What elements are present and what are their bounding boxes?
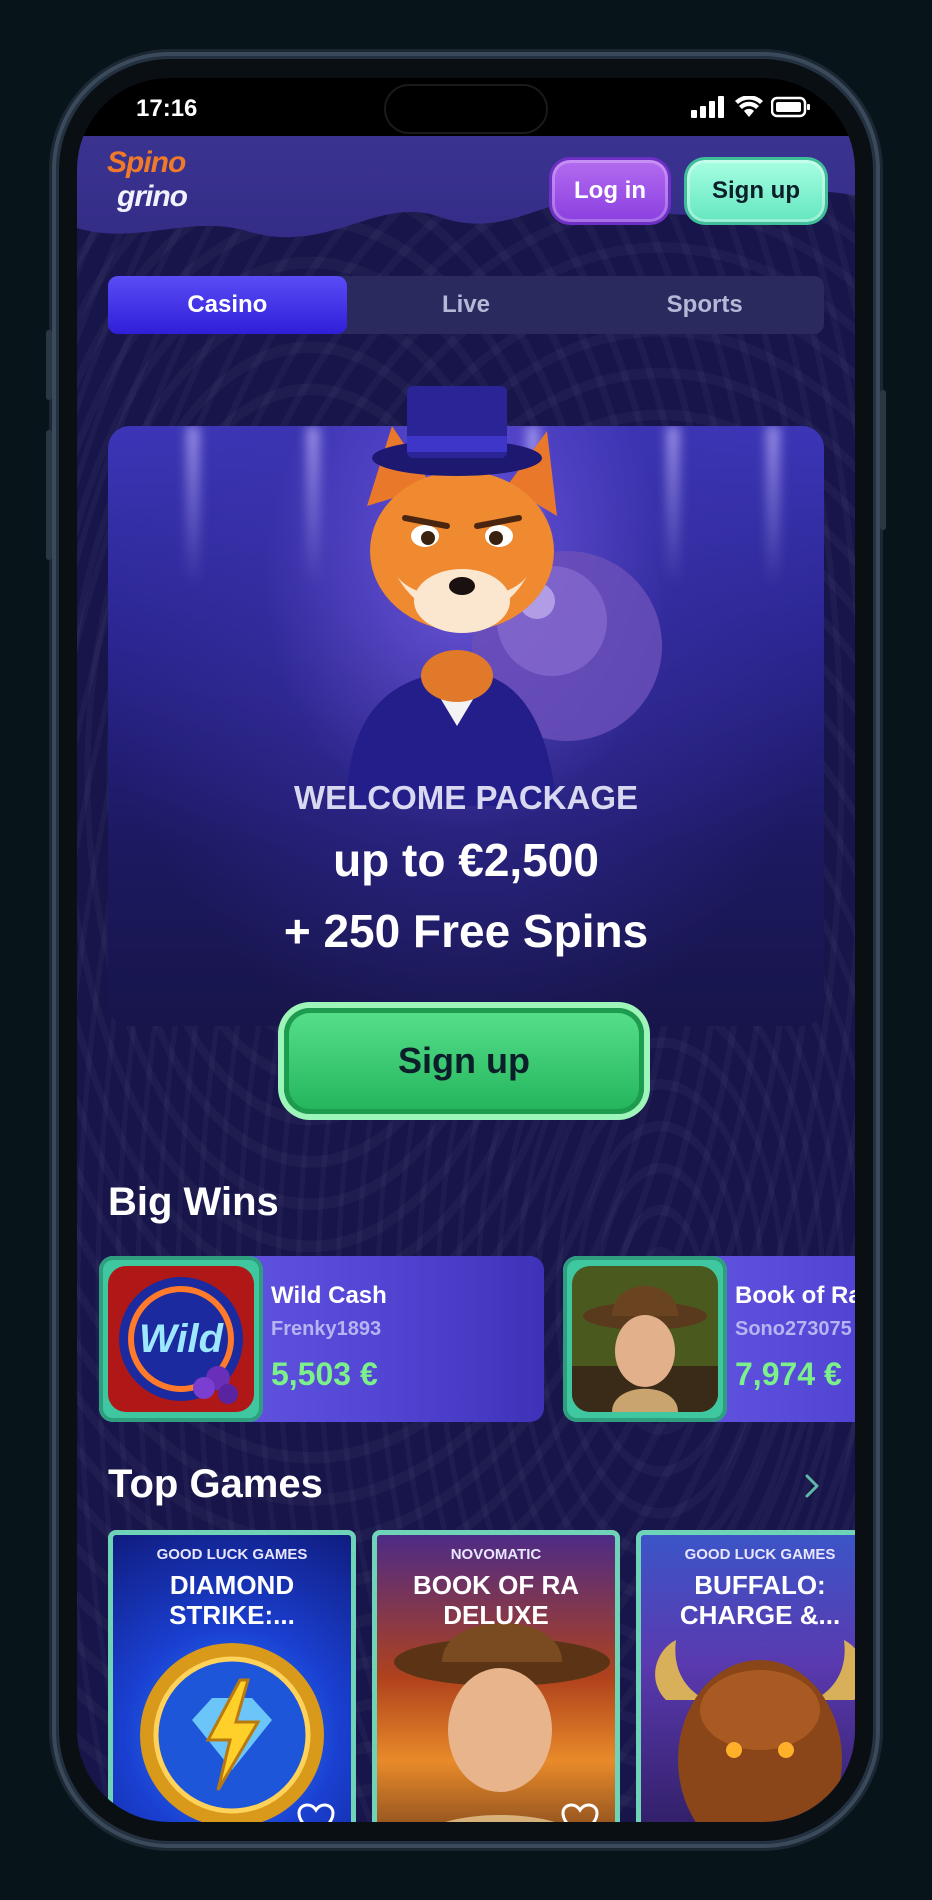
wild-cash-art: Wild	[108, 1266, 254, 1412]
logo-line-1: Spino	[107, 146, 186, 179]
fox-mascot-illustration	[347, 386, 662, 806]
app-screen: 17:16 Spino grino Log in Sign up Casino …	[77, 78, 855, 1822]
game-provider: NOVOMATIC	[450, 1546, 542, 1563]
tab-casino[interactable]: Casino	[108, 276, 347, 334]
win-amount: 5,503 €	[271, 1356, 378, 1392]
tab-sports[interactable]: Sports	[585, 276, 824, 334]
header-signup-button[interactable]: Sign up	[687, 160, 825, 222]
win-game-name: Wild Cash	[271, 1282, 387, 1309]
game-card[interactable]: GOOD LUCK GAMES DIAMOND STRIKE:...	[108, 1530, 356, 1822]
game-title: BOOK OF RA DELUXE	[412, 1570, 580, 1630]
battery-icon	[771, 96, 810, 118]
heart-icon[interactable]	[296, 1802, 336, 1822]
game-thumbnail	[563, 1256, 727, 1422]
game-title: DIAMOND STRIKE:...	[169, 1570, 295, 1630]
big-wins-title: Big Wins	[108, 1180, 279, 1224]
signal-icon	[691, 96, 724, 118]
tab-live[interactable]: Live	[347, 276, 586, 334]
side-button-left-2	[46, 430, 52, 560]
win-username: Frenky1893	[271, 1318, 382, 1340]
wifi-icon	[735, 96, 763, 117]
game-card[interactable]: GOOD LUCK GAMES BUFFALO: CHARGE &...	[636, 1530, 855, 1822]
status-bar: 17:16	[77, 78, 855, 136]
status-icons	[691, 96, 811, 118]
welcome-amount: up to €2,500	[333, 834, 599, 886]
svg-text:Wild: Wild	[139, 1317, 225, 1361]
side-button-left-1	[46, 330, 52, 400]
welcome-spins: + 250 Free Spins	[283, 905, 649, 957]
heart-icon[interactable]	[560, 1802, 600, 1822]
game-thumbnail: Wild	[99, 1256, 263, 1422]
status-time: 17:16	[136, 95, 198, 122]
heart-icon[interactable]	[824, 1802, 855, 1822]
side-button-right	[880, 390, 886, 530]
top-games-title: Top Games	[108, 1462, 323, 1506]
big-wins-carousel: Wild Wild Cash Frenky1893 5,503 € Book o…	[99, 1256, 855, 1422]
welcome-title: WELCOME PACKAGE	[293, 779, 639, 816]
game-card[interactable]: NOVOMATIC BOOK OF RA DELUXE	[372, 1530, 620, 1822]
brand-logo[interactable]: Spino grino	[107, 146, 227, 230]
category-tabs: Casino Live Sports	[108, 276, 824, 334]
big-win-card[interactable]: Book of Ra Sono273075 7,974 €	[563, 1256, 855, 1422]
book-of-ra-art	[572, 1266, 718, 1412]
win-game-name: Book of Ra	[735, 1282, 855, 1309]
game-provider: GOOD LUCK GAMES	[684, 1546, 836, 1563]
big-win-card[interactable]: Wild Wild Cash Frenky1893 5,503 €	[99, 1256, 544, 1422]
game-provider: GOOD LUCK GAMES	[156, 1546, 308, 1563]
win-username: Sono273075	[735, 1318, 852, 1340]
login-button[interactable]: Log in	[552, 160, 668, 222]
game-title: BUFFALO: CHARGE &...	[679, 1570, 841, 1630]
hero-signup-button[interactable]: Sign up	[284, 1008, 644, 1114]
logo-line-2: grino	[117, 180, 188, 213]
chevron-right-icon[interactable]	[797, 1466, 827, 1506]
top-games-carousel: GOOD LUCK GAMES DIAMOND STRIKE:... NOVOM…	[108, 1530, 855, 1822]
dynamic-island	[384, 84, 548, 134]
win-amount: 7,974 €	[735, 1356, 842, 1392]
